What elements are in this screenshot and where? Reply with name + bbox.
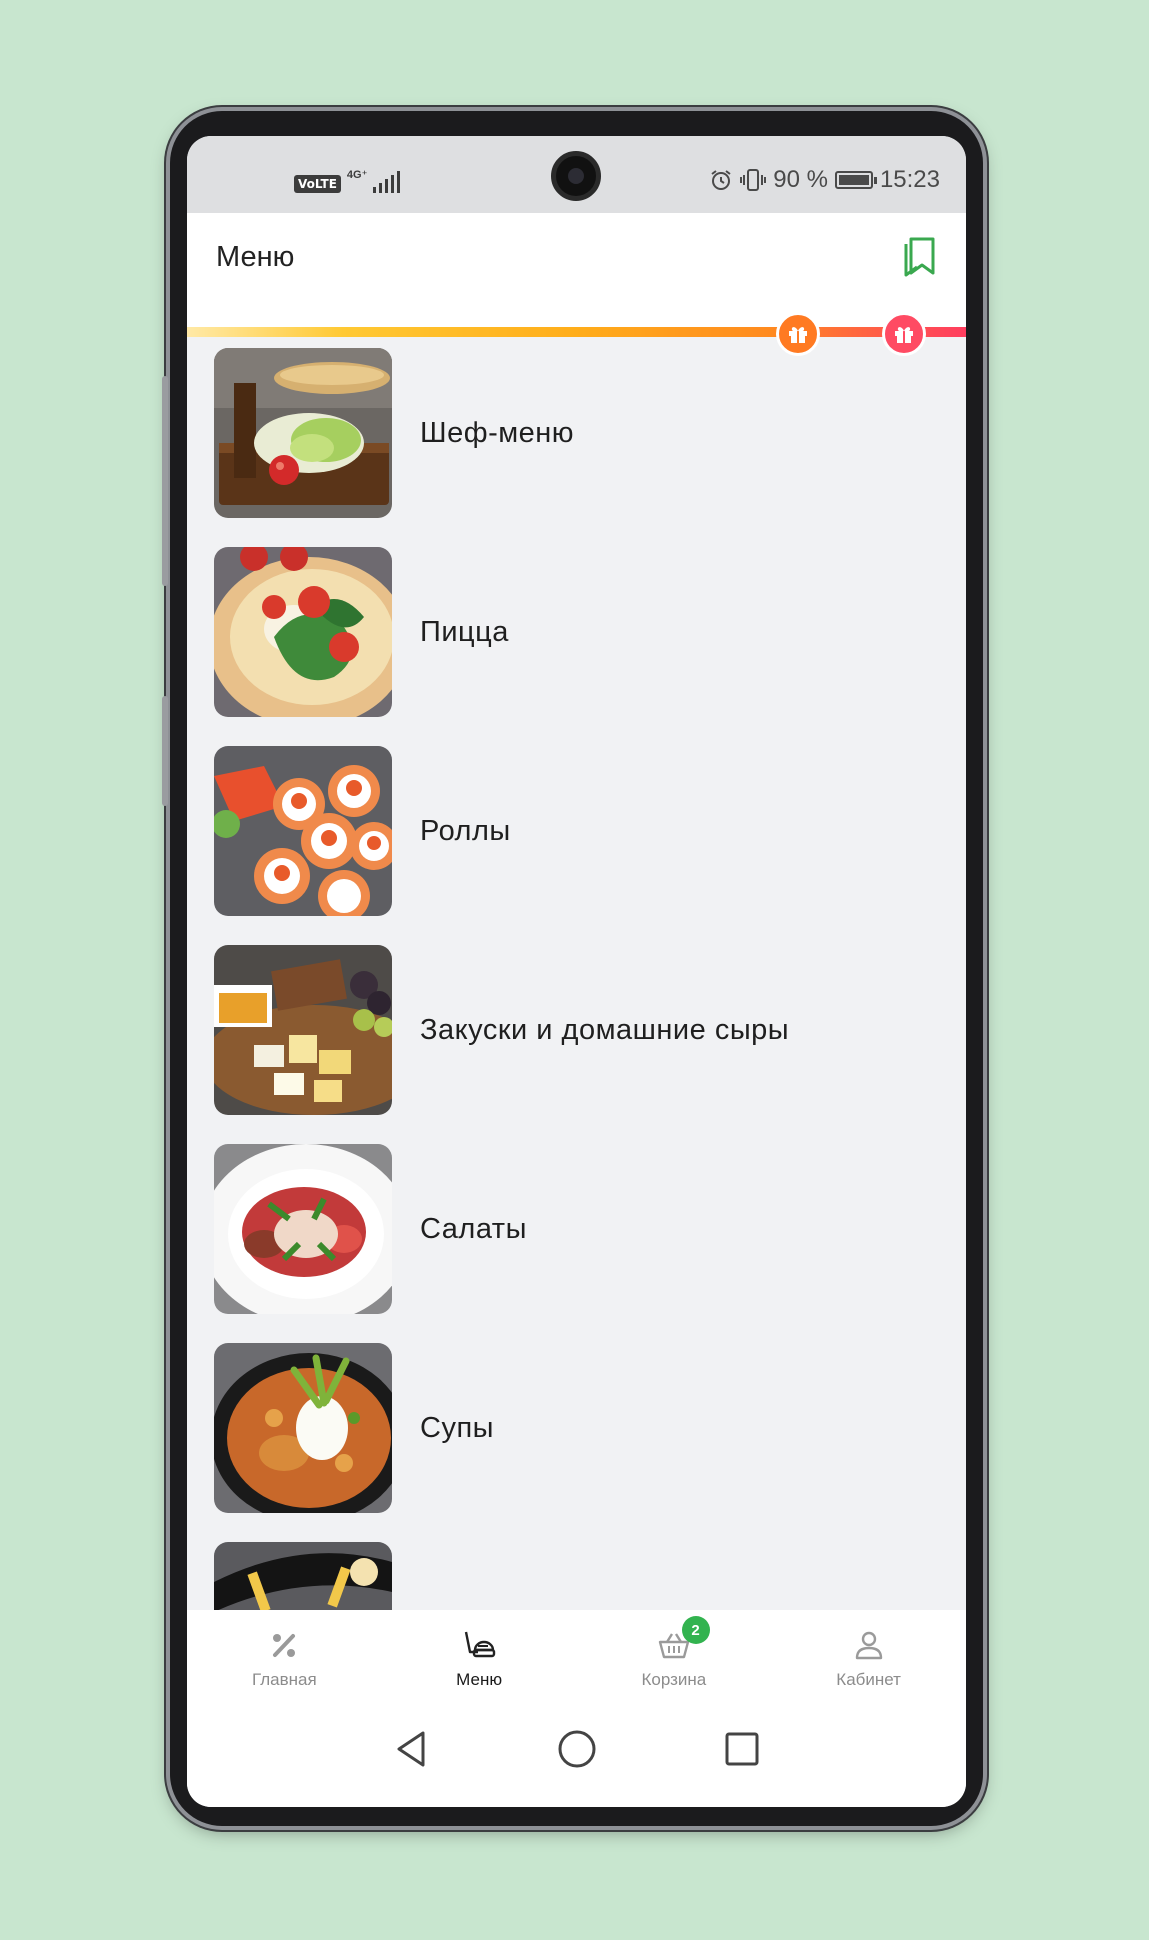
tab-label: Кабинет bbox=[836, 1670, 901, 1689]
category-chef-menu[interactable]: Шеф-меню bbox=[214, 348, 944, 518]
volte-badge: VoLTE bbox=[294, 175, 341, 193]
tab-cart[interactable]: 2 Корзина bbox=[577, 1610, 772, 1705]
category-label: Салаты bbox=[420, 1212, 527, 1245]
status-right: 90 % 15:23 bbox=[709, 166, 940, 194]
home-icon[interactable] bbox=[557, 1729, 597, 1769]
power-button bbox=[162, 696, 168, 806]
tab-label: Главная bbox=[252, 1670, 317, 1689]
category-list[interactable]: Шеф-меню Пицца Роллы Закуски и домашние … bbox=[187, 348, 966, 1610]
pizza-image bbox=[214, 547, 392, 717]
menu-icon bbox=[464, 1631, 496, 1658]
category-next[interactable] bbox=[214, 1542, 944, 1610]
vibrate-icon bbox=[740, 169, 767, 191]
cart-badge: 2 bbox=[681, 1616, 710, 1644]
category-label: Закуски и домашние сыры bbox=[420, 1013, 790, 1046]
bonus-progress-bar bbox=[187, 327, 966, 337]
page-title: Меню bbox=[216, 241, 295, 273]
percent-icon bbox=[273, 1634, 296, 1657]
bottom-navigation: Главная Меню 2 Корзина Кабинет bbox=[187, 1610, 966, 1705]
bookmark-icon[interactable] bbox=[902, 235, 938, 277]
screen: VoLTE 4G⁺ 90 % 15:23 Меню Шеф-меню Пицца… bbox=[187, 136, 966, 1807]
rolls-image bbox=[214, 746, 392, 916]
clock: 15:23 bbox=[879, 166, 940, 193]
battery-icon bbox=[834, 171, 877, 189]
app-header: Меню bbox=[187, 213, 966, 328]
snacks-cheese-image bbox=[214, 945, 392, 1115]
signal-indicators: VoLTE 4G⁺ bbox=[294, 168, 401, 193]
battery-percent: 90 % bbox=[773, 166, 828, 193]
tab-label: Меню bbox=[456, 1670, 503, 1689]
category-label: Пицца bbox=[420, 615, 509, 648]
tab-menu[interactable]: Меню bbox=[382, 1610, 577, 1705]
soups-image bbox=[214, 1343, 392, 1513]
phone-frame: VoLTE 4G⁺ 90 % 15:23 Меню Шеф-меню Пицца… bbox=[162, 111, 983, 1826]
system-navigation bbox=[187, 1705, 966, 1807]
recents-icon[interactable] bbox=[724, 1729, 760, 1769]
tab-account[interactable]: Кабинет bbox=[771, 1610, 966, 1705]
back-icon[interactable] bbox=[393, 1729, 429, 1769]
category-soups[interactable]: Супы bbox=[214, 1343, 944, 1513]
tab-label: Корзина bbox=[641, 1670, 707, 1689]
chef-menu-image bbox=[214, 348, 392, 518]
category-snacks-cheese[interactable]: Закуски и домашние сыры bbox=[214, 945, 944, 1115]
category-label: Шеф-меню bbox=[420, 416, 575, 449]
network-type: 4G⁺ bbox=[346, 169, 368, 181]
user-icon bbox=[855, 1631, 882, 1660]
volume-button bbox=[162, 376, 168, 586]
category-label: Супы bbox=[420, 1411, 494, 1444]
category-rolls[interactable]: Роллы bbox=[214, 746, 944, 916]
next-category-image bbox=[214, 1542, 392, 1610]
category-label: Роллы bbox=[420, 814, 511, 847]
signal-icon bbox=[373, 171, 401, 193]
category-salads[interactable]: Салаты bbox=[214, 1144, 944, 1314]
tab-home[interactable]: Главная bbox=[187, 1610, 382, 1705]
salads-image bbox=[214, 1144, 392, 1314]
status-bar: VoLTE 4G⁺ 90 % 15:23 bbox=[187, 136, 966, 213]
front-camera bbox=[551, 151, 601, 201]
category-pizza[interactable]: Пицца bbox=[214, 547, 944, 717]
alarm-icon bbox=[711, 170, 731, 190]
